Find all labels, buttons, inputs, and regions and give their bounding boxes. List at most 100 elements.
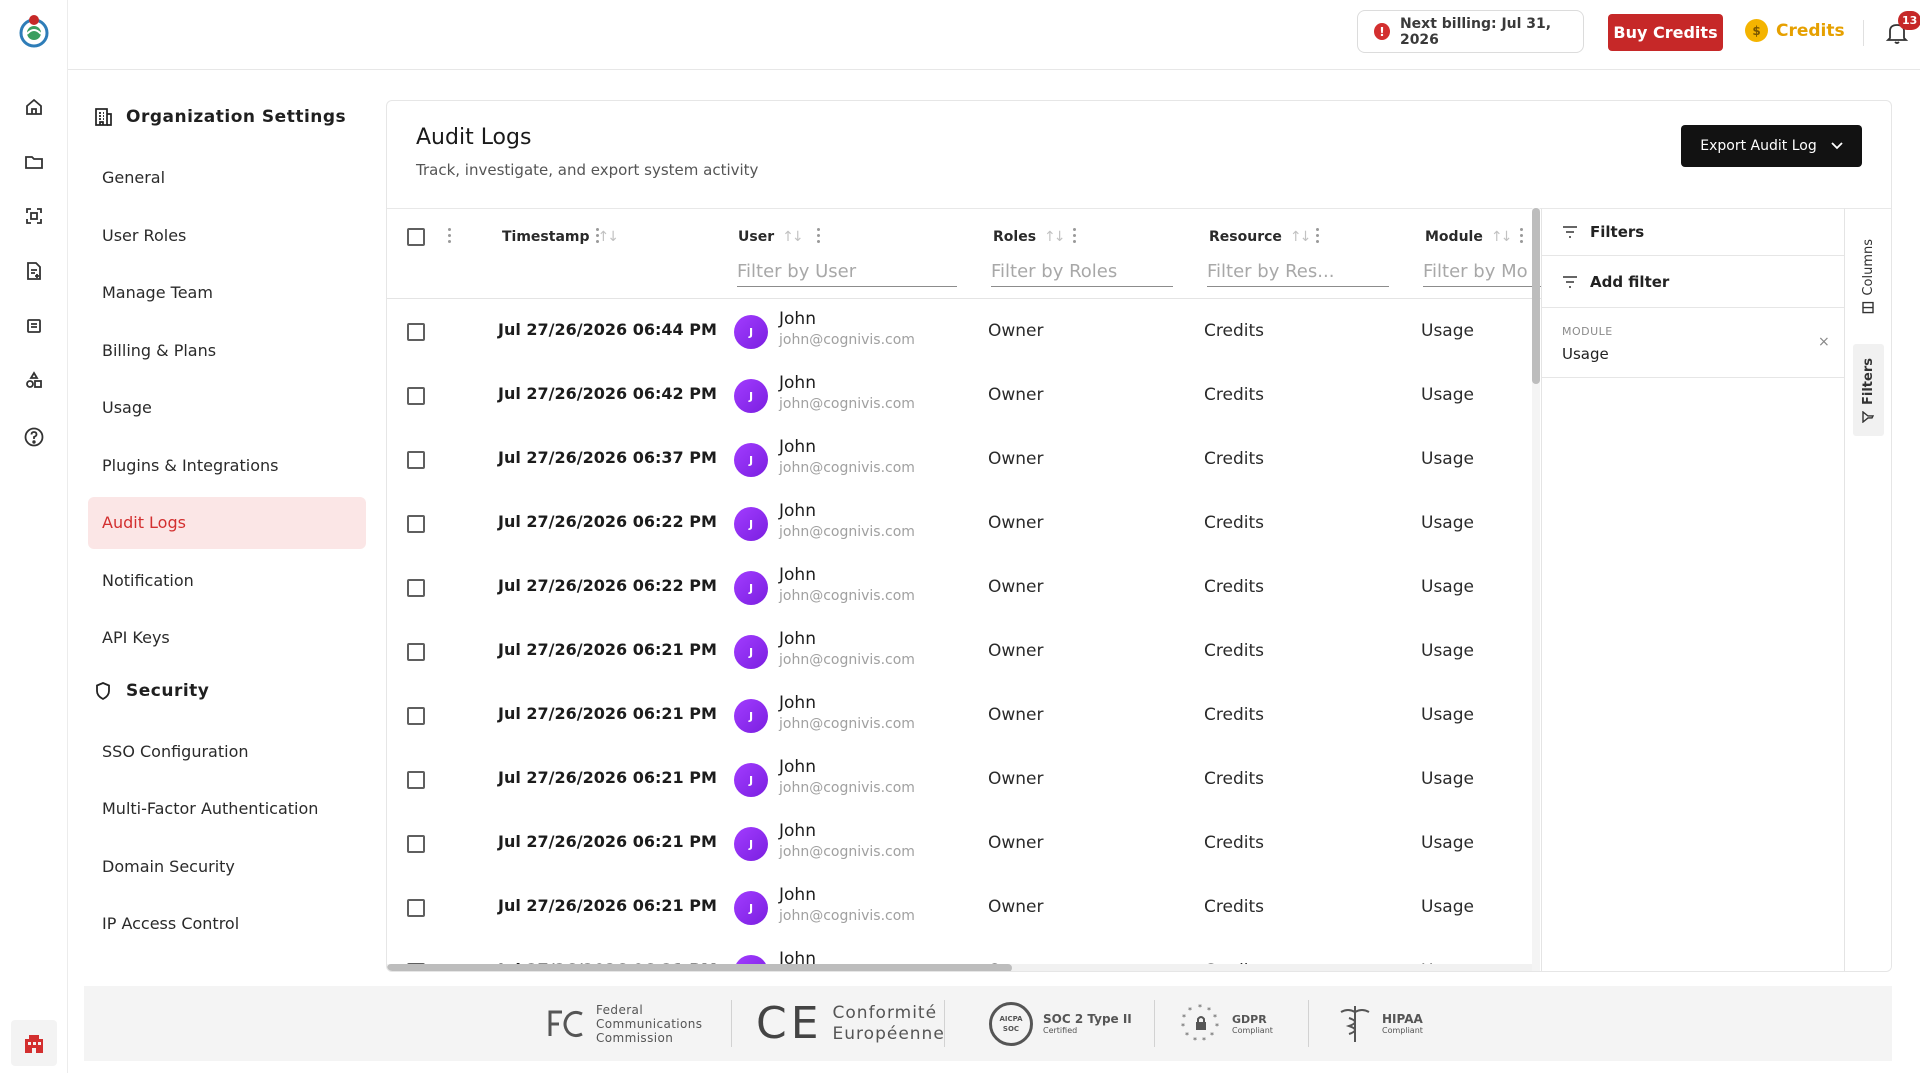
app-logo[interactable] [17,14,51,48]
avatar: J [734,315,768,349]
table-row[interactable]: Jul 27/26/2026 06:42 PM J John john@cognivi… [387,364,1541,428]
buy-credits-button[interactable]: Buy Credits [1608,14,1723,51]
avatar: J [734,763,768,797]
roles-filter-input[interactable] [991,257,1173,287]
row-checkbox[interactable] [407,835,425,853]
module-filter-input[interactable] [1423,257,1541,287]
table-row[interactable]: Jul 27/26/2026 06:37 PM J John john@cognivi… [387,428,1541,492]
credits-label: Credits [1776,20,1845,41]
export-audit-log-button[interactable]: Export Audit Log [1681,125,1862,167]
hipaa-badge: HIPAA Compliant [1338,986,1423,1061]
next-billing-badge[interactable]: ! Next billing: Jul 31, 2026 [1357,10,1584,53]
sort-icon[interactable]: ↑↓ [782,229,804,245]
folder-icon[interactable] [20,148,48,176]
resource-cell: Credits [1204,897,1264,917]
table-row[interactable]: Jul 27/26/2026 06:21 PM J John john@cognivi… [387,876,1541,940]
row-checkbox[interactable] [407,515,425,533]
user-filter-input[interactable] [737,257,957,287]
sort-icon[interactable]: ↑↓ [598,229,620,245]
module-cell: Usage [1421,449,1474,469]
table-row[interactable]: Jul 27/26/2026 06:44 PM J John john@cognivi… [387,300,1541,364]
user-email: john@cognivis.com [779,524,915,540]
column-menu-icon[interactable] [817,228,821,246]
column-header-resource[interactable]: Resource ↑↓ [1209,229,1312,245]
filters-panel-header: Filters [1542,209,1845,256]
scan-icon[interactable] [20,202,48,230]
nav-item-notification[interactable]: Notification [88,554,366,606]
nav-item-usage[interactable]: Usage [88,382,366,434]
nav-item-sso-configuration[interactable]: SSO Configuration [88,725,366,777]
credits-link[interactable]: $ Credits [1745,19,1845,42]
resource-filter-input[interactable] [1207,257,1389,287]
user-email: john@cognivis.com [779,780,915,796]
table-row[interactable]: Jul 27/26/2026 06:21 PM J John john@cognivi… [387,812,1541,876]
nav-item-multi-factor-authentication[interactable]: Multi-Factor Authentication [88,783,366,835]
row-checkbox[interactable] [407,451,425,469]
column-menu-icon[interactable] [1073,228,1077,246]
column-header-roles[interactable]: Roles ↑↓ [993,229,1066,245]
table-row[interactable]: Jul 27/26/2026 06:21 PM J John john@cognivi… [387,684,1541,748]
table-row[interactable]: Jul 27/26/2026 06:22 PM J John john@cognivi… [387,492,1541,556]
nav-item-api-keys[interactable]: API Keys [88,612,366,664]
table-row[interactable]: Jul 27/26/2026 06:21 PM J John john@cognivi… [387,620,1541,684]
filters-tab[interactable]: Filters [1853,344,1884,436]
notifications-button[interactable]: 13 [1884,11,1920,46]
column-menu-icon[interactable] [1520,228,1524,246]
columns-tab[interactable]: Columns [1853,229,1884,324]
user-email: john@cognivis.com [779,652,915,668]
timestamp-cell: Jul 27/26/2026 06:21 PM [498,832,717,851]
document-add-icon[interactable] [20,257,48,285]
nav-item-plugins-integrations[interactable]: Plugins & Integrations [88,439,366,491]
resource-cell: Credits [1204,641,1264,661]
row-checkbox[interactable] [407,899,425,917]
nav-item-domain-security[interactable]: Domain Security [88,840,366,892]
user-name: John [779,757,816,777]
add-filter-button[interactable]: Add filter [1542,256,1845,308]
column-header-user[interactable]: User ↑↓ [738,229,804,245]
building-icon[interactable] [11,1020,57,1066]
sort-icon[interactable]: ↑↓ [1491,229,1513,245]
sort-icon[interactable]: ↑↓ [1044,229,1066,245]
module-cell: Usage [1421,833,1474,853]
shapes-icon[interactable] [20,366,48,394]
nav-item-general[interactable]: General [88,152,366,204]
nav-item-billing-plans[interactable]: Billing & Plans [88,324,366,376]
svg-text:*: * [1215,1022,1219,1031]
user-name: John [779,501,816,521]
svg-text:*: * [1207,1006,1211,1015]
column-header-module[interactable]: Module ↑↓ [1425,229,1513,245]
table-row[interactable]: Jul 27/26/2026 06:21 PM J John john@cognivi… [387,748,1541,812]
module-cell: Usage [1421,385,1474,405]
remove-filter-icon[interactable]: × [1818,334,1830,350]
row-checkbox[interactable] [407,387,425,405]
column-menu-icon[interactable] [596,228,600,246]
row-checkbox[interactable] [407,323,425,341]
row-checkbox[interactable] [407,579,425,597]
select-all-checkbox[interactable] [407,228,425,246]
nav-item-manage-team[interactable]: Manage Team [88,267,366,319]
row-checkbox[interactable] [407,643,425,661]
home-icon[interactable] [20,93,48,121]
user-name: John [779,373,816,393]
row-checkbox[interactable] [407,771,425,789]
module-filter-chip[interactable]: MODULE Usage × [1542,308,1845,378]
row-checkbox[interactable] [407,707,425,725]
nav-item-ip-access-control[interactable]: IP Access Control [88,898,366,950]
nav-item-audit-logs[interactable]: Audit Logs [88,496,366,549]
timestamp-cell: Jul 27/26/2026 06:22 PM [498,576,717,595]
export-label: Export Audit Log [1700,138,1817,154]
help-circle-icon[interactable] [20,423,48,451]
table-row[interactable]: Jul 27/26/2026 06:22 PM J John john@cognivi… [387,556,1541,620]
sort-icon[interactable]: ↑↓ [1290,229,1312,245]
eu-stars-lock-icon: * *** **** *** [1181,1003,1219,1045]
resource-cell: Credits [1204,513,1264,533]
horizontal-scrollbar[interactable] [387,964,1532,971]
role-cell: Owner [988,449,1044,469]
settings-nav: Organization Settings General User Roles M… [88,100,368,950]
column-menu-icon[interactable] [1316,228,1320,246]
column-menu-icon[interactable] [448,228,452,246]
nav-item-user-roles[interactable]: User Roles [88,209,366,261]
vertical-scrollbar[interactable] [1532,208,1540,971]
list-icon[interactable] [20,312,48,340]
user-name: John [779,437,816,457]
